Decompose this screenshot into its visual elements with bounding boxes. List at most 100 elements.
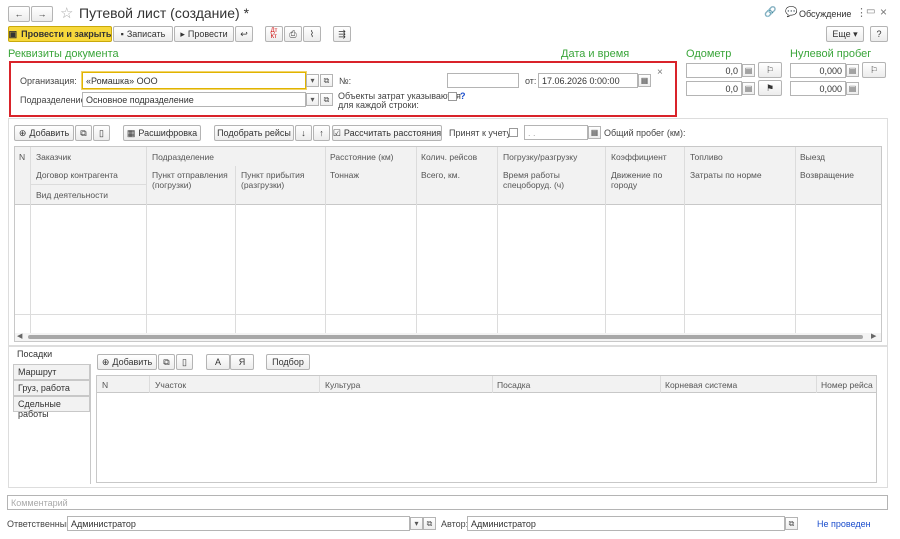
col-contract[interactable]: Договор контрагента (36, 170, 118, 180)
maximize-icon[interactable]: ▭ (866, 6, 875, 17)
add-planting-button[interactable]: ⊕ Добавить (97, 354, 157, 370)
zero-run-end-input[interactable]: 0,000 (790, 81, 846, 96)
panel-close-icon[interactable]: × (657, 67, 663, 78)
pcol-n[interactable]: N (102, 380, 108, 390)
pick-trips-button[interactable]: Подобрать рейсы (214, 125, 294, 141)
discussion-icon[interactable]: 💬 (785, 7, 797, 18)
org-open-icon[interactable]: ⧉ (320, 74, 333, 87)
col-n[interactable]: N (19, 152, 25, 162)
odometer-end-input[interactable]: 0,0 (686, 81, 742, 96)
pcol-root[interactable]: Корневая система (665, 380, 737, 390)
org-input[interactable]: «Ромашка» ООО (82, 72, 306, 89)
more-button[interactable]: Еще ▾ (826, 26, 864, 42)
odometer-title[interactable]: Одометр (686, 48, 731, 60)
datetime-title[interactable]: Дата и время (561, 48, 629, 60)
finish-flag-button[interactable]: ⚑ (758, 80, 782, 96)
cost-objects-checkbox[interactable] (448, 92, 457, 101)
pcol-crop[interactable]: Культура (325, 380, 360, 390)
move-up-button[interactable]: ↑ (313, 125, 330, 141)
responsible-open-icon[interactable]: ⧉ (423, 517, 436, 530)
zero-start-flag-button[interactable]: ⚐ (862, 62, 886, 78)
favorite-star-icon[interactable]: ☆ (60, 4, 73, 22)
number-input[interactable] (447, 73, 519, 88)
structure-button[interactable]: ⇶ (333, 26, 351, 42)
zero-run-title[interactable]: Нулевой пробег (790, 48, 871, 60)
back-button[interactable]: ← (8, 6, 30, 22)
dept-input[interactable]: Основное подразделение (82, 92, 306, 107)
responsible-input[interactable]: Администратор (67, 516, 410, 531)
post-button[interactable]: ▸ Провести (174, 26, 234, 42)
col-destination[interactable]: Пункт прибытия (разгрузки) (241, 170, 321, 190)
odometer-start-input[interactable]: 0,0 (686, 63, 742, 78)
calc-distance-button[interactable]: ☑ Рассчитать расстояния (332, 125, 442, 141)
zero-run-calc2-icon[interactable]: ▤ (846, 82, 859, 95)
org-dropdown-icon[interactable]: ▾ (306, 74, 319, 87)
col-origin[interactable]: Пункт отправления (погрузки) (152, 170, 232, 190)
col-coef[interactable]: Коэффициент (611, 152, 667, 162)
col-dept[interactable]: Подразделение (152, 152, 214, 162)
cost-help-icon[interactable]: ? (460, 91, 466, 101)
start-flag-button[interactable]: ⚐ (758, 62, 782, 78)
tab-piecework[interactable]: Сдельные работы (13, 396, 90, 419)
sort-asc-button[interactable]: А (206, 354, 230, 370)
pcol-trip-number[interactable]: Номер рейса (821, 380, 873, 390)
tab-cargo[interactable]: Груз, работа (13, 380, 90, 396)
copy-planting-button[interactable]: ⧉ (158, 354, 175, 370)
sort-desc-button[interactable]: Я (230, 354, 254, 370)
forward-button[interactable]: → (31, 6, 53, 22)
tab-route[interactable]: Маршрут (13, 364, 90, 380)
col-customer[interactable]: Заказчик (36, 152, 71, 162)
accepted-checkbox[interactable] (509, 128, 518, 137)
move-down-button[interactable]: ↓ (295, 125, 312, 141)
undo-post-button[interactable]: ↩ (235, 26, 253, 42)
pick-button[interactable]: Подбор (266, 354, 310, 370)
tab-plantings[interactable]: Посадки (13, 347, 90, 365)
col-return[interactable]: Возвращение (800, 170, 854, 180)
requisites-title[interactable]: Реквизиты документа (8, 48, 119, 60)
zero-run-start-input[interactable]: 0,000 (790, 63, 846, 78)
date-input[interactable]: 17.06.2026 0:00:00 (538, 73, 638, 88)
pcol-planting[interactable]: Посадка (497, 380, 530, 390)
discussion-link[interactable]: Обсуждение (799, 9, 851, 19)
add-row-button[interactable]: ⊕ Добавить (14, 125, 74, 141)
author-open-icon[interactable]: ⧉ (785, 517, 798, 530)
col-equipment-time[interactable]: Время работы спецоборуд. (ч) (503, 170, 599, 190)
close-icon[interactable]: × (880, 5, 887, 19)
author-input[interactable]: Администратор (467, 516, 785, 531)
col-activity[interactable]: Вид деятельности (36, 190, 108, 200)
comment-input[interactable]: Комментарий (7, 495, 888, 510)
col-fuel[interactable]: Топливо (690, 152, 723, 162)
print-button[interactable]: ⎙ (284, 26, 302, 42)
save-button[interactable]: ▪ Записать (113, 26, 173, 42)
col-city-driving[interactable]: Движение по городу (611, 170, 679, 190)
attach-button[interactable]: ⌇ (303, 26, 321, 42)
pcol-plot[interactable]: Участок (155, 380, 186, 390)
col-norm-cost[interactable]: Затраты по норме (690, 170, 762, 180)
scroll-left-icon[interactable]: ◀ (17, 332, 22, 340)
scrollbar-thumb[interactable] (28, 335, 863, 339)
col-tonnage[interactable]: Тоннаж (330, 170, 359, 180)
responsible-dropdown-icon[interactable]: ▾ (410, 517, 423, 530)
dept-dropdown-icon[interactable]: ▾ (306, 93, 319, 106)
dt-kt-button[interactable]: Дт Кт (265, 26, 283, 42)
col-distance[interactable]: Расстояние (км) (330, 152, 394, 162)
copy-row-button[interactable]: ⧉ (75, 125, 92, 141)
col-departure[interactable]: Выезд (800, 152, 825, 162)
post-and-close-button[interactable]: ▣ Провести и закрыть (8, 26, 112, 42)
delete-row-button[interactable]: ▯ (93, 125, 110, 141)
col-loading[interactable]: Погрузку/разгрузку (503, 152, 577, 162)
odometer-calc2-icon[interactable]: ▤ (742, 82, 755, 95)
scroll-right-icon[interactable]: ▶ (871, 332, 876, 340)
calendar-icon[interactable]: ▦ (638, 74, 651, 87)
accepted-date-input[interactable]: . . (524, 125, 588, 140)
decode-button[interactable]: ▦ Расшифровка (123, 125, 201, 141)
help-button[interactable]: ? (870, 26, 888, 42)
col-trips[interactable]: Колич. рейсов (421, 152, 477, 162)
col-total-km[interactable]: Всего, км. (421, 170, 460, 180)
link-icon[interactable]: 🔗 (764, 7, 776, 18)
zero-run-calc-icon[interactable]: ▤ (846, 64, 859, 77)
dept-open-icon[interactable]: ⧉ (320, 93, 333, 106)
accepted-calendar-icon[interactable]: ▦ (588, 126, 601, 139)
delete-planting-button[interactable]: ▯ (176, 354, 193, 370)
odometer-calc-icon[interactable]: ▤ (742, 64, 755, 77)
